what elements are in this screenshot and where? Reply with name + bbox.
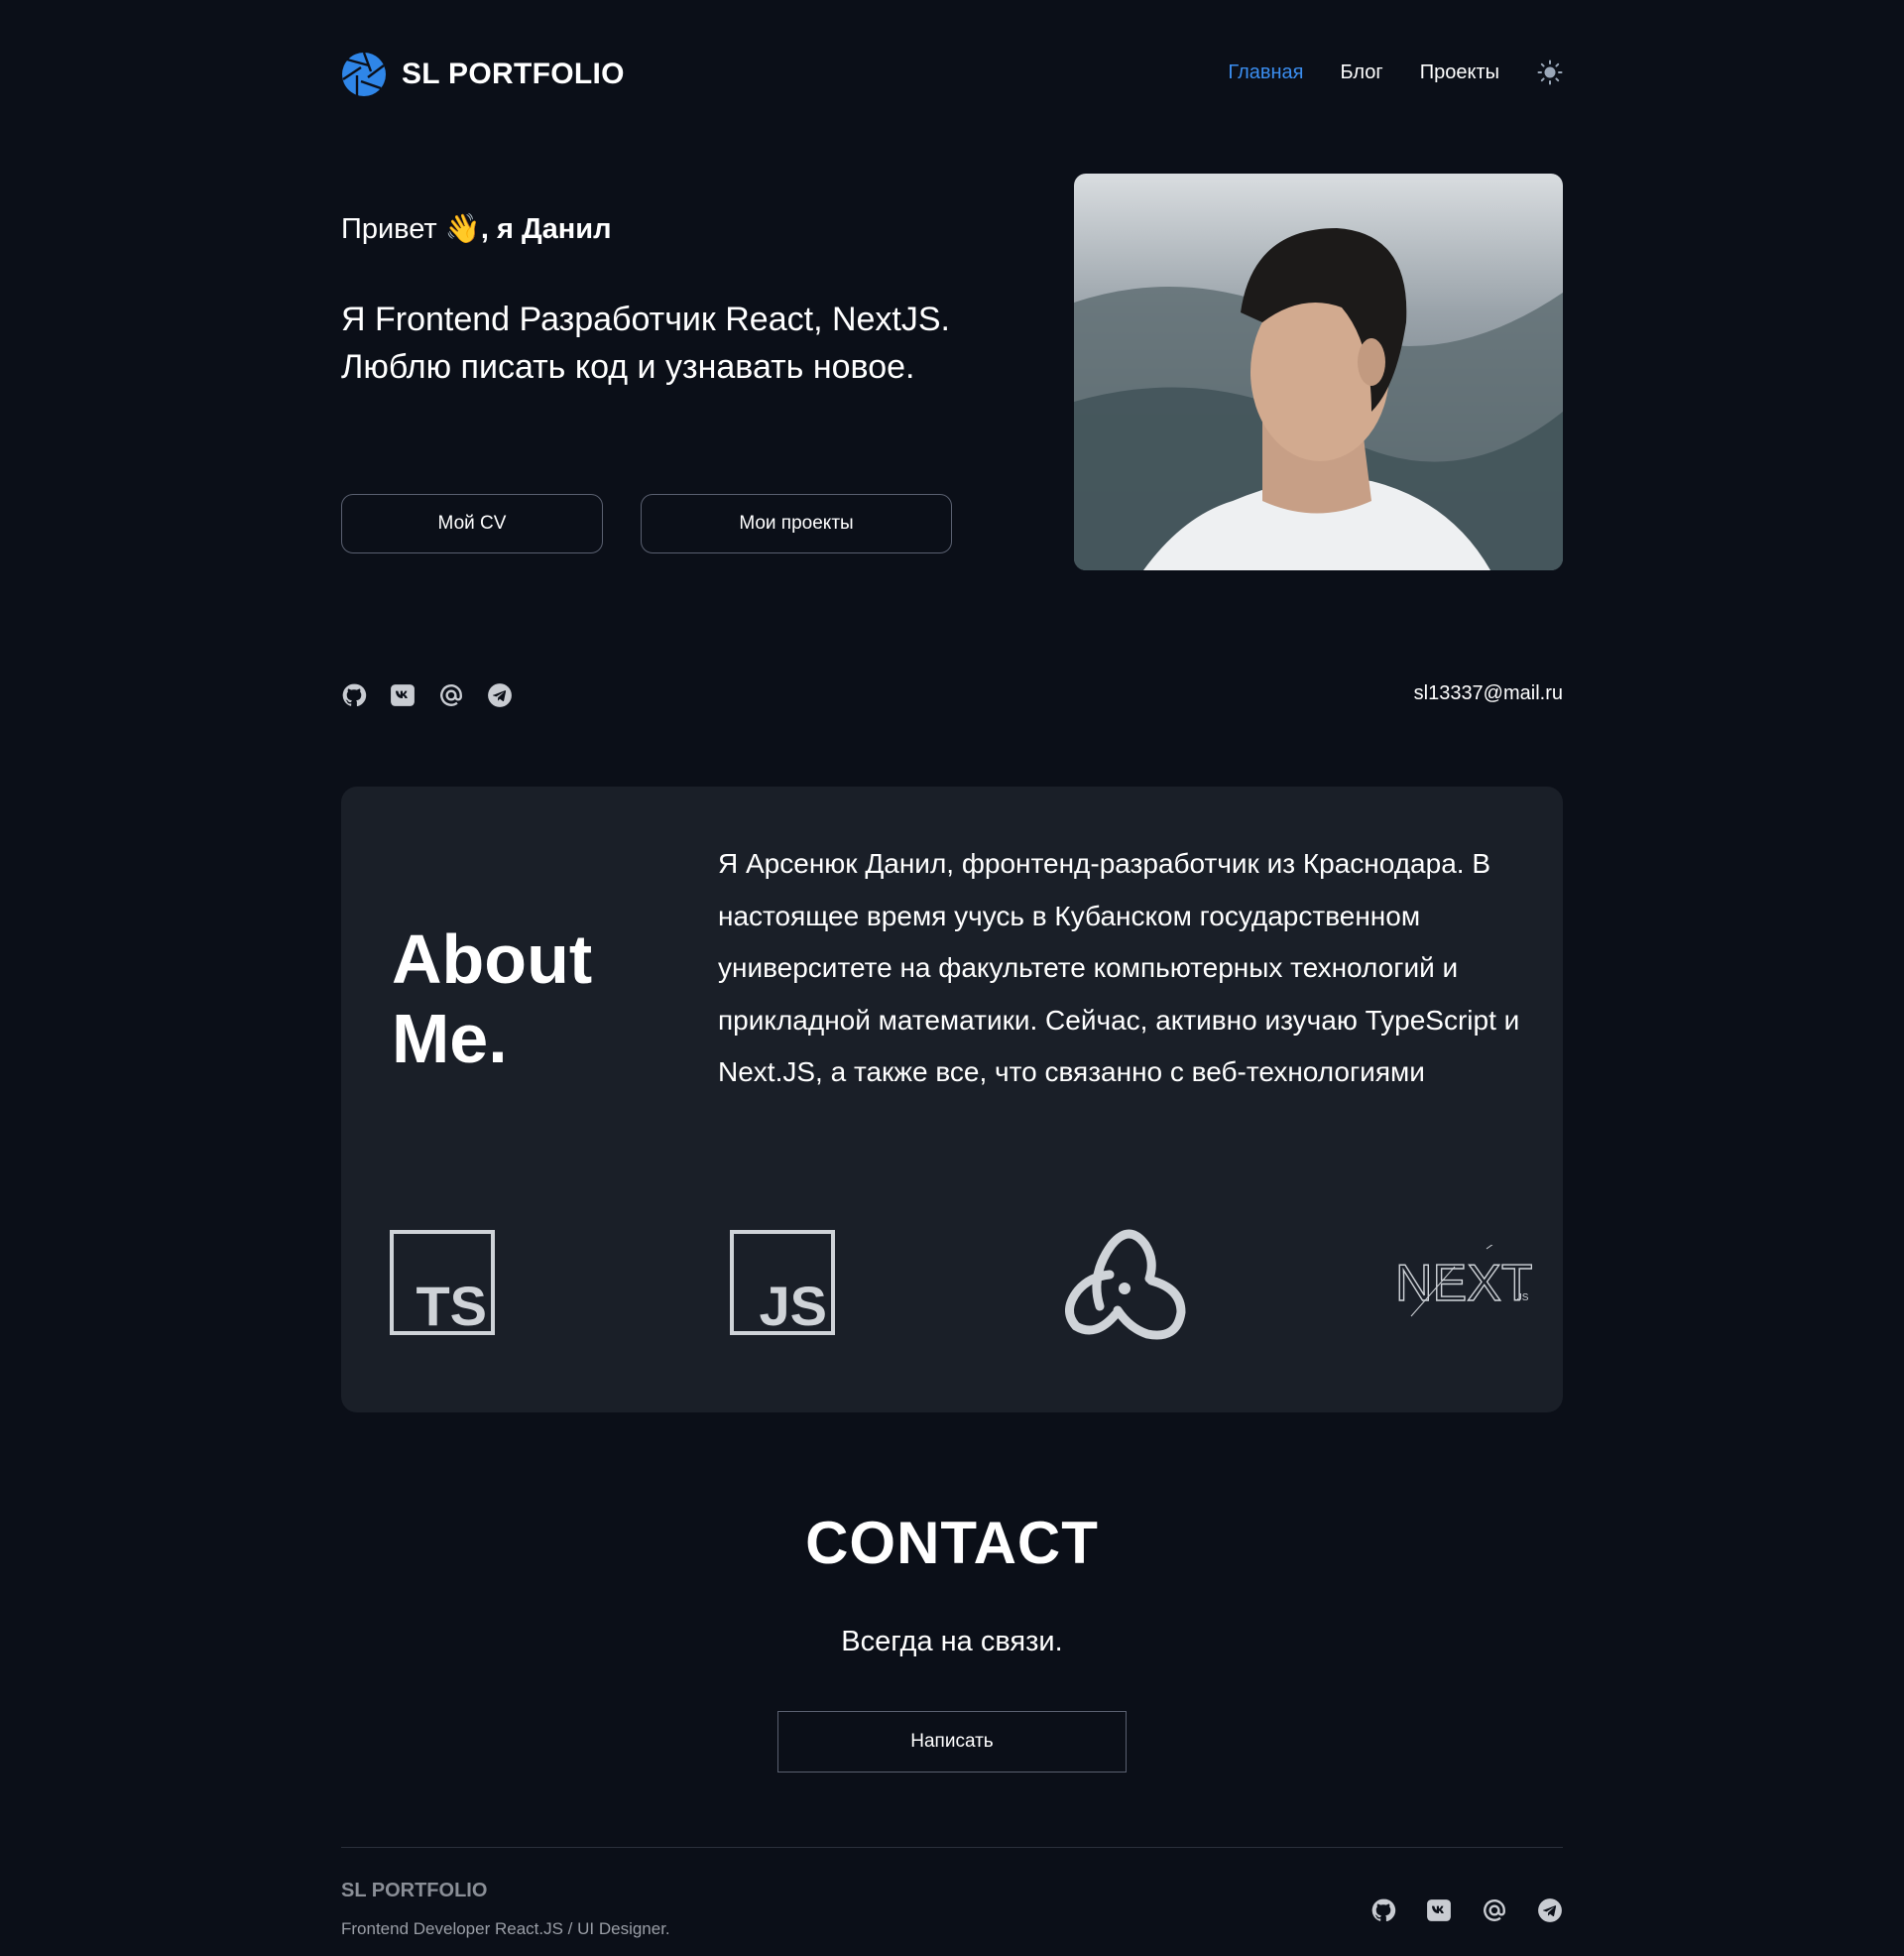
github-icon[interactable]	[1370, 1897, 1396, 1923]
javascript-logo-icon: JS	[730, 1230, 835, 1335]
at-icon[interactable]	[438, 682, 464, 708]
ts-label: TS	[416, 1275, 487, 1335]
github-icon[interactable]	[341, 682, 367, 708]
contact-subtitle: Всегда на связи.	[841, 1626, 1063, 1657]
nav-projects[interactable]: Проекты	[1420, 61, 1499, 84]
greeting-name: , я Данил	[480, 213, 612, 245]
next-suffix: .JS	[1514, 1292, 1529, 1303]
redux-logo-icon	[1065, 1229, 1186, 1340]
footer-subtitle: Frontend Developer React.JS / UI Designe…	[341, 1919, 670, 1938]
about-title-line2: Me.	[392, 1000, 508, 1077]
vk-icon[interactable]	[1426, 1897, 1452, 1923]
about-text: Я Арсенюк Данил, фронтенд-разработчик из…	[718, 848, 1520, 1087]
greeting-text: Привет	[341, 213, 437, 245]
write-button[interactable]: Написать	[777, 1711, 1127, 1773]
next-label: NEXT	[1395, 1255, 1532, 1312]
telegram-icon[interactable]	[1537, 1897, 1563, 1923]
about-title: About Me.	[392, 919, 592, 1078]
nav-blog[interactable]: Блог	[1341, 61, 1383, 84]
footer-divider	[341, 1847, 1563, 1848]
projects-button[interactable]: Мои проекты	[641, 494, 952, 553]
nav-home[interactable]: Главная	[1228, 61, 1303, 84]
nextjs-logo-icon: NEXT .JS	[1395, 1245, 1532, 1317]
aperture-logo-icon	[342, 52, 386, 96]
contact-title: CONTACT	[805, 1510, 1099, 1576]
social-links	[341, 682, 536, 708]
about-card: About Me. Я Арсенюк Данил, фронтенд-разр…	[341, 787, 1563, 1412]
waving-hand-emoji: 👋	[444, 213, 481, 245]
typescript-logo-icon: TS	[390, 1230, 495, 1335]
hero-tagline: Я Frontend Разработчик React, NextJS. Лю…	[341, 301, 950, 386]
telegram-icon[interactable]	[487, 682, 513, 708]
hero-greeting: Привет 👋, я Данил	[341, 212, 612, 246]
sun-icon[interactable]	[1537, 60, 1563, 85]
at-icon[interactable]	[1482, 1897, 1507, 1923]
profile-photo	[1074, 174, 1563, 570]
site-header: SL PORTFOLIO Главная Блог Проекты	[341, 46, 1563, 101]
footer-title: SL PORTFOLIO	[341, 1880, 488, 1901]
logo-text: SL PORTFOLIO	[402, 58, 625, 90]
email-link[interactable]: sl13337@mail.ru	[1414, 682, 1563, 705]
footer-social-links	[1341, 1897, 1563, 1923]
main-nav: Главная Блог Проекты	[1191, 60, 1563, 85]
js-label: JS	[760, 1275, 828, 1335]
about-title-line1: About	[392, 920, 593, 998]
cv-button[interactable]: Мой CV	[341, 494, 603, 553]
vk-icon[interactable]	[390, 682, 416, 708]
logo[interactable]: SL PORTFOLIO	[341, 52, 625, 97]
